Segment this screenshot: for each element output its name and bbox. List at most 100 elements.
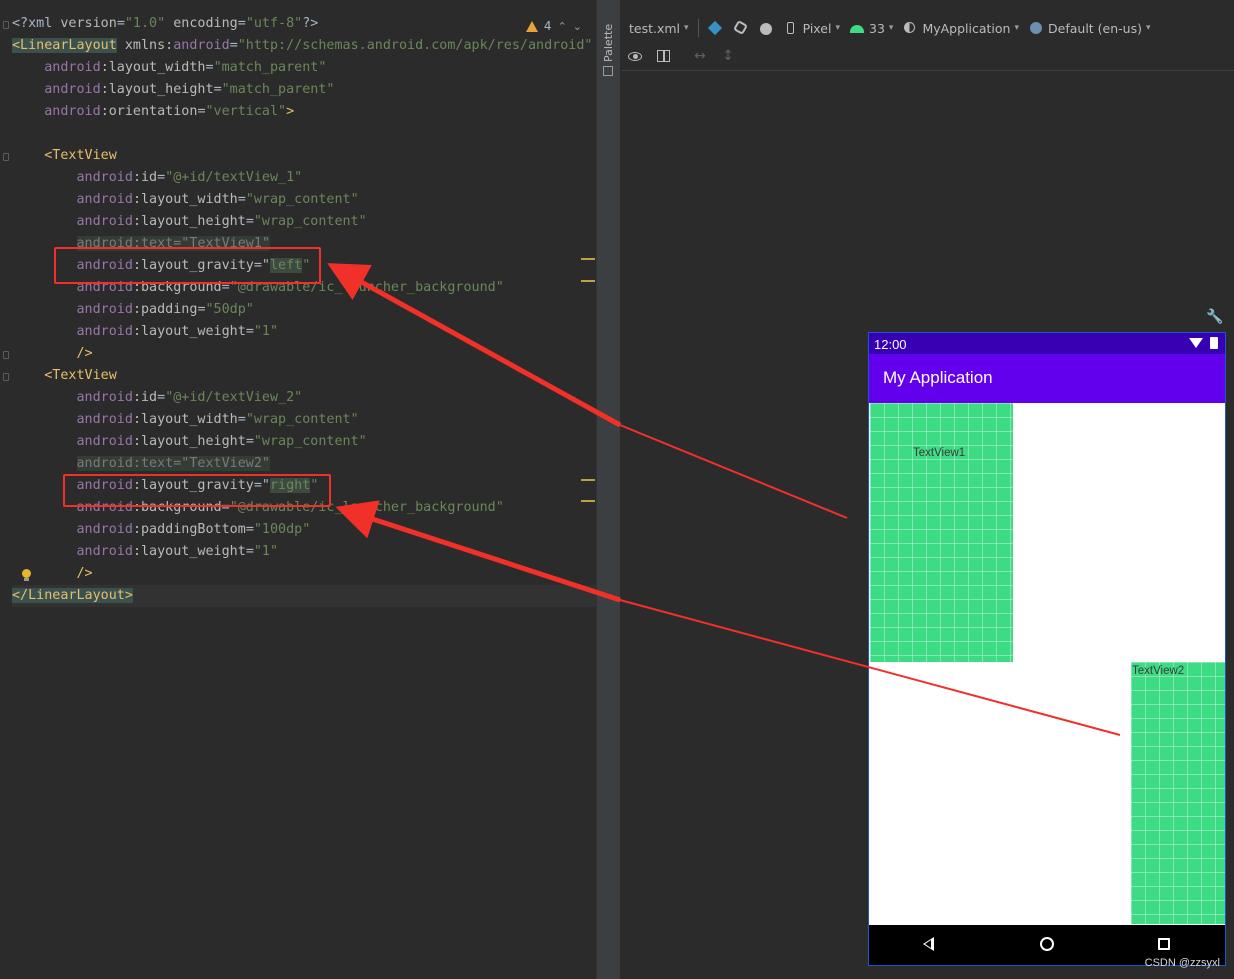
code-token: android — [76, 412, 133, 427]
code-token: android — [44, 104, 101, 119]
code-token: "100dp" — [253, 522, 311, 537]
error-stripe-mark[interactable] — [581, 258, 595, 260]
locale-name: Default (en-us) — [1048, 20, 1142, 36]
design-mode-button[interactable] — [708, 20, 724, 36]
code-token: </LinearLayout> — [12, 588, 133, 603]
code-token: encoding — [173, 16, 238, 31]
code-token: "1.0" — [124, 16, 166, 31]
device-preview[interactable]: 12:00 My Application TextView1 TextView2 — [868, 332, 1226, 966]
android-icon — [849, 20, 865, 36]
code-token: android — [76, 522, 133, 537]
api-level-selector[interactable]: 33 ▾ — [849, 20, 893, 36]
code-line[interactable]: </LinearLayout> — [12, 585, 596, 607]
orientation-button[interactable] — [733, 20, 749, 36]
theme-icon — [902, 20, 918, 36]
code-line[interactable]: android:id="@+id/textView_2" — [12, 387, 596, 409]
code-token: :layout_width — [132, 412, 238, 427]
app-bar: My Application — [869, 354, 1225, 403]
theme-selector[interactable]: MyApplication ▾ — [902, 20, 1019, 36]
code-token: = — [197, 104, 206, 119]
view-options-toolbar: ↔ ↕ — [621, 44, 1234, 68]
xml-code-editor[interactable]: 4 ⌃ ⌄ <?xml version="1.0" encoding="utf-… — [0, 0, 596, 979]
code-token: /> — [76, 566, 93, 581]
error-stripe-mark[interactable] — [581, 280, 595, 282]
night-mode-button[interactable] — [758, 20, 774, 36]
code-line[interactable]: android:layout_weight="1" — [12, 541, 596, 563]
textview-2-label: TextView2 — [1132, 665, 1185, 677]
code-token: = — [229, 38, 238, 53]
view-options-icon[interactable] — [627, 47, 645, 65]
code-line[interactable]: android:paddingBottom="100dp" — [12, 519, 596, 541]
layers-icon — [708, 20, 724, 36]
fold-marker-icon[interactable] — [3, 21, 9, 29]
code-token: :layout_height — [100, 82, 214, 97]
code-token: :layout_width — [100, 60, 206, 75]
app-title: My Application — [883, 368, 993, 387]
code-line[interactable]: android:layout_width="match_parent" — [12, 57, 596, 79]
vertical-constraint-icon[interactable]: ↕ — [719, 47, 737, 65]
code-line[interactable]: android:layout_height="wrap_content" — [12, 431, 596, 453]
api-level: 33 — [869, 20, 885, 36]
code-line[interactable] — [12, 123, 596, 145]
code-token: /> — [76, 346, 93, 361]
code-line[interactable]: /> — [12, 563, 596, 585]
error-stripe-mark[interactable] — [581, 500, 595, 502]
code-line[interactable]: android:id="@+id/textView_1" — [12, 167, 596, 189]
code-line[interactable]: android:orientation="vertical"> — [12, 101, 596, 123]
code-token: > — [286, 104, 295, 119]
code-token: = — [237, 412, 246, 427]
code-line[interactable]: android:layout_weight="1" — [12, 321, 596, 343]
code-line[interactable]: android:text="TextView2" — [12, 453, 596, 475]
code-line[interactable]: android:padding="50dp" — [12, 299, 596, 321]
code-token: "@+id/textView_2" — [165, 390, 303, 405]
fold-marker-icon[interactable] — [3, 373, 9, 381]
code-token: android — [76, 170, 133, 185]
code-line[interactable]: android:layout_height="match_parent" — [12, 79, 596, 101]
code-line[interactable]: <LinearLayout xmlns:android="http://sche… — [12, 35, 596, 57]
code-token: ?> — [302, 16, 319, 31]
textview-2[interactable]: TextView2 — [1131, 662, 1225, 924]
blueprint-toggle-icon[interactable] — [655, 47, 673, 65]
code-line[interactable]: <TextView — [12, 145, 596, 167]
code-token: <?xml — [12, 16, 61, 31]
textview-1-label: TextView1 — [913, 447, 966, 459]
horizontal-constraint-icon[interactable]: ↔ — [691, 47, 709, 65]
fold-marker-icon[interactable] — [3, 153, 9, 161]
code-token: :layout_weight — [132, 324, 246, 339]
chevron-down-icon: ▾ — [684, 23, 689, 33]
home-icon[interactable] — [1040, 937, 1054, 951]
file-selector[interactable]: test.xml ▾ — [629, 21, 689, 36]
code-token: "1" — [253, 324, 279, 339]
panel-splitter[interactable] — [596, 0, 621, 979]
code-token: = — [157, 390, 166, 405]
back-icon[interactable] — [923, 937, 934, 951]
code-line[interactable]: android:layout_height="wrap_content" — [12, 211, 596, 233]
error-stripe-mark[interactable] — [581, 479, 595, 481]
watermark: CSDN @zzsyxl — [1144, 957, 1220, 969]
locale-selector[interactable]: Default (en-us) ▾ — [1028, 20, 1151, 36]
code-line[interactable]: /> — [12, 343, 596, 365]
wrench-icon[interactable]: 🔧 — [1206, 309, 1223, 325]
code-token: :paddingBottom — [132, 522, 246, 537]
code-token: "utf-8" — [245, 16, 303, 31]
textview-1[interactable]: TextView1 — [870, 403, 1013, 662]
device-selector[interactable]: Pixel ▾ — [783, 20, 840, 36]
code-line[interactable]: android:layout_width="wrap_content" — [12, 409, 596, 431]
code-line[interactable]: <?xml version="1.0" encoding="utf-8"?> — [12, 13, 596, 35]
code-line[interactable]: <TextView — [12, 365, 596, 387]
device-name: Pixel — [802, 20, 832, 36]
toolbar-divider — [697, 19, 699, 37]
recents-icon[interactable] — [1158, 938, 1170, 950]
code-token: :id — [132, 170, 158, 185]
code-token: "match_parent" — [221, 82, 335, 97]
code-token: "vertical" — [205, 104, 287, 119]
fold-marker-icon[interactable] — [3, 351, 9, 359]
code-token: = — [245, 434, 254, 449]
code-line[interactable]: android:layout_width="wrap_content" — [12, 189, 596, 211]
globe-icon — [1028, 20, 1044, 36]
